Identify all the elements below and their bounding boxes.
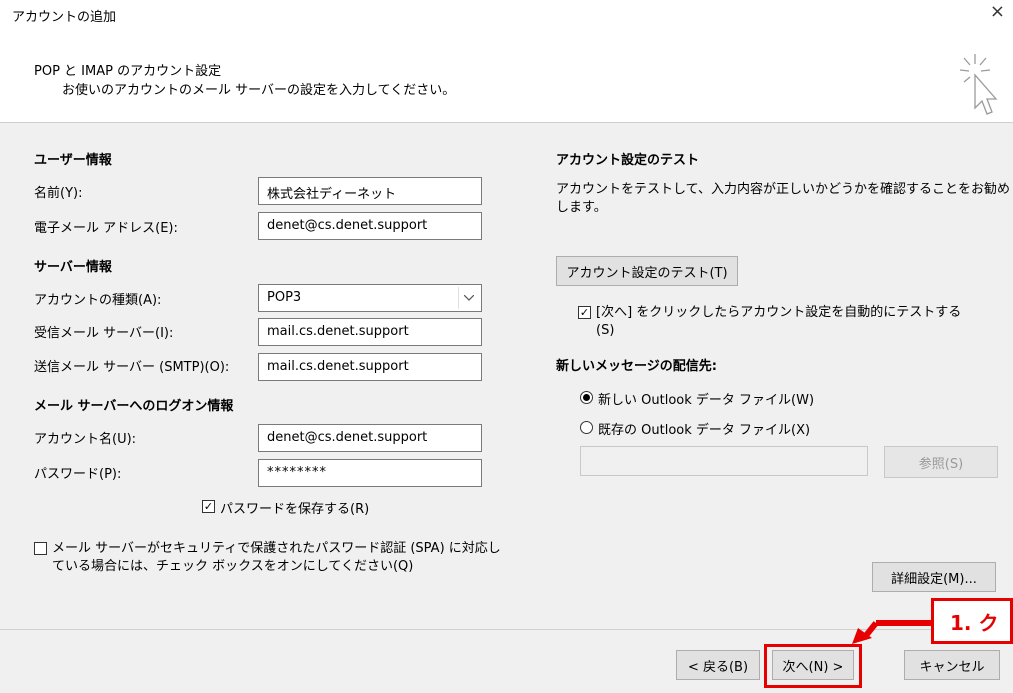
outgoing-server-input[interactable]: mail.cs.denet.support [258,353,482,381]
test-account-button[interactable]: アカウント設定のテスト(T) [556,256,738,286]
password-input[interactable]: ******** [258,459,482,487]
radio-existing-data-file[interactable]: 既存の Outlook データ ファイル(X) [580,419,810,438]
radio-existing-button[interactable] [580,421,593,434]
back-button[interactable]: < 戻る(B) [676,650,760,680]
test-heading: アカウント設定のテスト [556,153,700,168]
header-subtitle: お使いのアカウントのメール サーバーの設定を入力してください。 [62,83,456,98]
cursor-sparkle-icon [959,54,998,115]
test-description: アカウントをテストして、入力内容が正しいかどうかを確認することをお勧め します。 [556,181,1010,217]
cancel-button[interactable]: キャンセル [904,650,1000,680]
spa-label-line2: ている場合には、チェック ボックスをオンにしてください(Q) [52,559,414,574]
email-input[interactable]: denet@cs.denet.support [258,212,482,240]
auto-test-label-line1: [次へ] をクリックしたらアカウント設定を自動的にテストする [596,305,962,320]
spa-label-line1: メール サーバーがセキュリティで保護されたパスワード認証 (SPA) に対応し [52,541,501,556]
auto-test-label-line2: (S) [596,323,615,338]
save-password-checkbox-row[interactable]: ✓ パスワードを保存する(R) [202,498,369,517]
incoming-server-input[interactable]: mail.cs.denet.support [258,318,482,346]
email-label: 電子メール アドレス(E): [34,221,178,236]
account-type-value: POP3 [267,290,302,305]
test-description-line2: します。 [556,200,607,215]
server-info-heading: サーバー情報 [34,260,112,275]
save-password-label: パスワードを保存する(R) [220,502,370,517]
logon-info-heading: メール サーバーへのログオン情報 [34,399,234,414]
annotation-callout: 1. ク [931,598,1013,644]
save-password-checkbox[interactable]: ✓ [202,500,215,513]
auto-test-label: [次へ] をクリックしたらアカウント設定を自動的にテストする (S) [596,304,961,340]
test-description-line1: アカウントをテストして、入力内容が正しいかどうかを確認することをお勧め [556,182,1010,197]
spa-checkbox-row[interactable]: メール サーバーがセキュリティで保護されたパスワード認証 (SPA) に対応し … [34,540,501,576]
window-title: アカウントの追加 [12,10,117,25]
spa-label: メール サーバーがセキュリティで保護されたパスワード認証 (SPA) に対応し … [52,540,501,576]
radio-new-button[interactable] [580,391,593,404]
browse-button[interactable]: 参照(S) [884,446,998,478]
advanced-settings-button[interactable]: 詳細設定(M)... [872,562,996,592]
radio-existing-label: 既存の Outlook データ ファイル(X) [598,423,811,438]
account-type-label: アカウントの種類(A): [34,293,162,308]
next-button-highlight [764,644,862,688]
account-type-select[interactable]: POP3 [258,284,482,312]
name-label: 名前(Y): [34,186,83,201]
spa-checkbox[interactable] [34,542,47,555]
delivery-heading: 新しいメッセージの配信先: [556,359,717,374]
auto-test-checkbox[interactable]: ✓ [578,306,591,319]
account-name-input[interactable]: denet@cs.denet.support [258,424,482,452]
red-arrow-icon [852,620,934,644]
name-input[interactable]: 株式会社ディーネット [258,177,482,205]
user-info-heading: ユーザー情報 [34,153,112,168]
password-label: パスワード(P): [34,467,122,482]
close-button[interactable]: × [990,2,1005,22]
incoming-server-label: 受信メール サーバー(I): [34,326,174,341]
radio-new-label: 新しい Outlook データ ファイル(W) [598,393,815,408]
radio-new-data-file[interactable]: 新しい Outlook データ ファイル(W) [580,389,814,408]
header-title: POP と IMAP のアカウント設定 [34,64,222,79]
auto-test-checkbox-row[interactable]: ✓ [次へ] をクリックしたらアカウント設定を自動的にテストする (S) [578,304,961,340]
account-name-label: アカウント名(U): [34,432,137,447]
existing-file-path-input[interactable] [580,446,868,476]
outgoing-server-label: 送信メール サーバー (SMTP)(O): [34,360,230,375]
chevron-down-icon[interactable] [458,287,479,309]
